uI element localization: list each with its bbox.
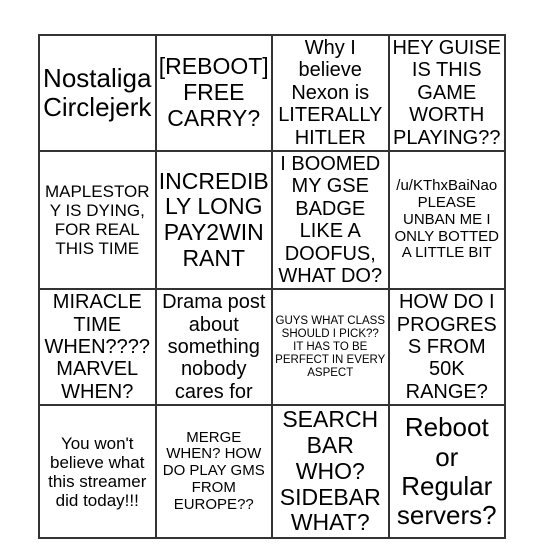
bingo-cell-r4c3[interactable]: SEARCH BAR WHO? SIDEBAR WHAT? bbox=[271, 404, 390, 539]
bingo-cell-r1c1[interactable]: Nostaliga Circlejerk bbox=[38, 34, 157, 152]
bingo-cell-text: HEY GUISE IS THIS GAME WORTH PLAYING?? bbox=[392, 37, 502, 149]
bingo-cell-text: INCREDIBLY LONG PAY2WIN RANT bbox=[158, 167, 269, 271]
bingo-row: You won't believe what this streamer did… bbox=[38, 404, 506, 539]
bingo-cell-text: [REBOOT] FREE CARRY? bbox=[158, 53, 269, 131]
bingo-cell-r2c1[interactable]: MAPLESTORY IS DYING, FOR REAL THIS TIME bbox=[38, 149, 157, 291]
bingo-cell-r1c2[interactable]: [REBOOT] FREE CARRY? bbox=[154, 34, 273, 152]
bingo-cell-r3c3[interactable]: GUYS WHAT CLASS SHOULD I PICK?? IT HAS T… bbox=[271, 288, 390, 407]
bingo-cell-text: Why I believe Nexon is LITERALLY HITLER bbox=[278, 37, 383, 149]
bingo-cell-text: GUYS WHAT CLASS SHOULD I PICK?? IT HAS T… bbox=[275, 315, 386, 379]
bingo-cell-text: Nostaliga Circlejerk bbox=[43, 62, 152, 122]
bingo-row: MIRACLE TIME WHEN???? MARVEL WHEN? Drama… bbox=[38, 288, 506, 407]
bingo-card-body: Nostaliga Circlejerk [REBOOT] FREE CARRY… bbox=[38, 34, 506, 539]
bingo-cell-text: I BOOMED MY GSE BADGE LIKE A DOOFUS, WHA… bbox=[278, 152, 383, 287]
bingo-cell-text: MIRACLE TIME WHEN???? MARVEL WHEN? bbox=[44, 291, 151, 403]
bingo-cell-text: MAPLESTORY IS DYING, FOR REAL THIS TIME bbox=[44, 182, 150, 259]
bingo-row: MAPLESTORY IS DYING, FOR REAL THIS TIME … bbox=[38, 149, 506, 291]
bingo-cell-r3c1[interactable]: MIRACLE TIME WHEN???? MARVEL WHEN? bbox=[38, 288, 157, 407]
bingo-row: Nostaliga Circlejerk [REBOOT] FREE CARRY… bbox=[38, 34, 506, 152]
bingo-cell-r4c4[interactable]: Reboot or Regular servers? bbox=[387, 404, 506, 539]
bingo-cell-text: SEARCH BAR WHO? SIDEBAR WHAT? bbox=[279, 406, 381, 536]
bingo-cell-r1c4[interactable]: HEY GUISE IS THIS GAME WORTH PLAYING?? bbox=[387, 34, 506, 152]
bingo-cell-r2c3[interactable]: I BOOMED MY GSE BADGE LIKE A DOOFUS, WHA… bbox=[271, 149, 390, 291]
bingo-cell-r3c4[interactable]: HOW DO I PROGRESS FROM 50K RANGE? bbox=[387, 288, 506, 407]
bingo-cell-r2c4[interactable]: /u/KThxBaiNao PLEASE UNBAN ME I ONLY BOT… bbox=[387, 149, 506, 291]
bingo-cell-r1c3[interactable]: Why I believe Nexon is LITERALLY HITLER bbox=[271, 34, 390, 152]
bingo-card-grid: Nostaliga Circlejerk [REBOOT] FREE CARRY… bbox=[38, 34, 506, 539]
bingo-cell-text: You won't believe what this streamer did… bbox=[48, 433, 147, 510]
bingo-cell-r4c2[interactable]: MERGE WHEN? HOW DO PLAY GMS FROM EUROPE?… bbox=[154, 404, 273, 539]
bingo-cell-r2c2[interactable]: INCREDIBLY LONG PAY2WIN RANT bbox=[154, 149, 273, 291]
bingo-cell-text: Reboot or Regular servers? bbox=[396, 412, 497, 530]
bingo-cell-text: Drama post about something nobody cares … bbox=[162, 291, 266, 403]
bingo-cell-text: HOW DO I PROGRESS FROM 50K RANGE? bbox=[396, 291, 497, 403]
bingo-cell-r4c1[interactable]: You won't believe what this streamer did… bbox=[38, 404, 157, 539]
bingo-cell-text: /u/KThxBaiNao PLEASE UNBAN ME I ONLY BOT… bbox=[394, 177, 499, 262]
bingo-cell-text: MERGE WHEN? HOW DO PLAY GMS FROM EUROPE?… bbox=[162, 428, 265, 513]
bingo-cell-r3c2[interactable]: Drama post about something nobody cares … bbox=[154, 288, 273, 407]
